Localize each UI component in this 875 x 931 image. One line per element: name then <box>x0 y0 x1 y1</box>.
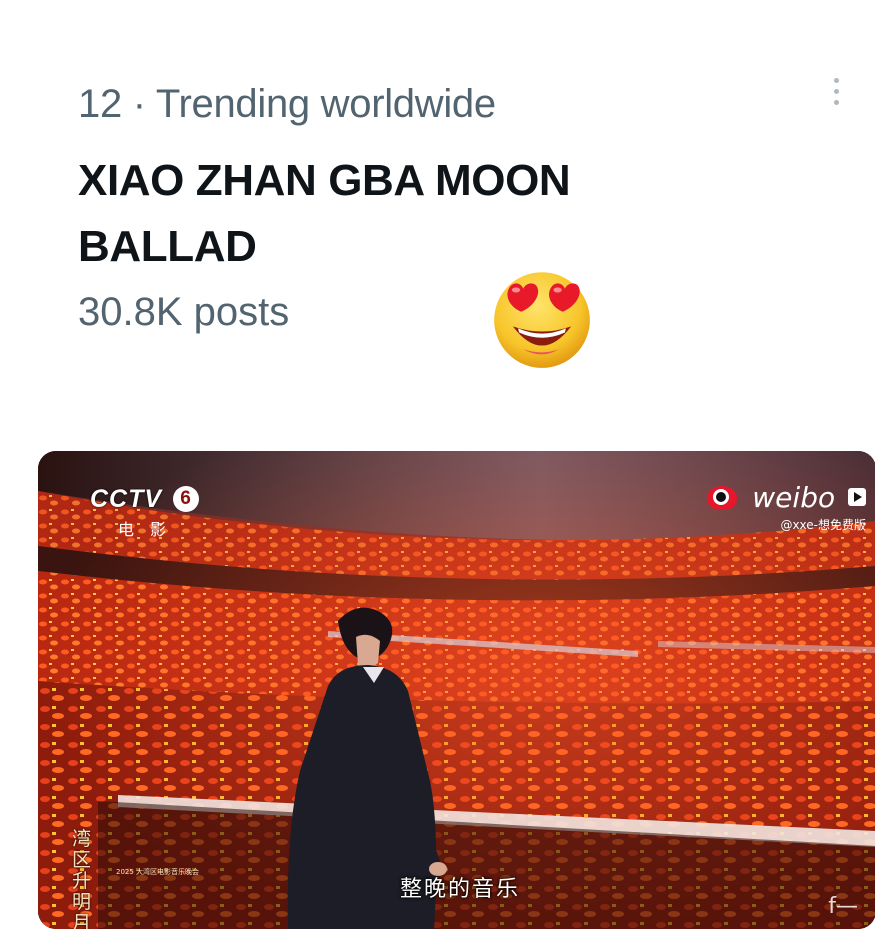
trend-context: Trending worldwide <box>155 82 496 126</box>
trend-separator: · <box>132 82 146 126</box>
video-caption: 整晚的音乐 <box>400 877 521 902</box>
cctv-channel-name: 电影 <box>118 520 183 539</box>
corner-watermark: f— <box>828 894 858 919</box>
event-logo: 湾区升明月 <box>72 828 92 930</box>
heart-eyes-emoji-icon <box>494 272 590 368</box>
cctv-channel-number: 6 <box>172 486 199 512</box>
more-vertical-icon[interactable] <box>824 74 848 110</box>
weibo-brand: weibo <box>752 481 836 514</box>
trend-title[interactable]: XIAO ZHAN GBA MOON BALLAD <box>78 148 698 280</box>
trend-rank: 12 <box>78 82 122 126</box>
cctv-logo: CCTV 6 电影 <box>90 485 199 540</box>
weibo-watermark: weibo @xxe-想免费版 <box>707 481 866 533</box>
cctv-logo-text: CCTV <box>90 485 163 513</box>
weibo-logo-icon <box>707 486 738 510</box>
post-count: 30.8K posts <box>78 290 290 334</box>
trend-meta: 12 · Trending worldwide <box>78 82 496 127</box>
event-logo-subtitle: 2025 大湾区电影音乐晚会 <box>116 868 200 876</box>
trend-card[interactable]: 12 · Trending worldwide XIAO ZHAN GBA MO… <box>0 0 875 440</box>
weibo-handle: @xxe-想免费版 <box>780 518 866 532</box>
play-icon <box>848 488 866 506</box>
media-video[interactable]: CCTV 6 电影 weibo @xxe-想免费版 湾区升明月 2025 大湾区… <box>38 451 875 929</box>
